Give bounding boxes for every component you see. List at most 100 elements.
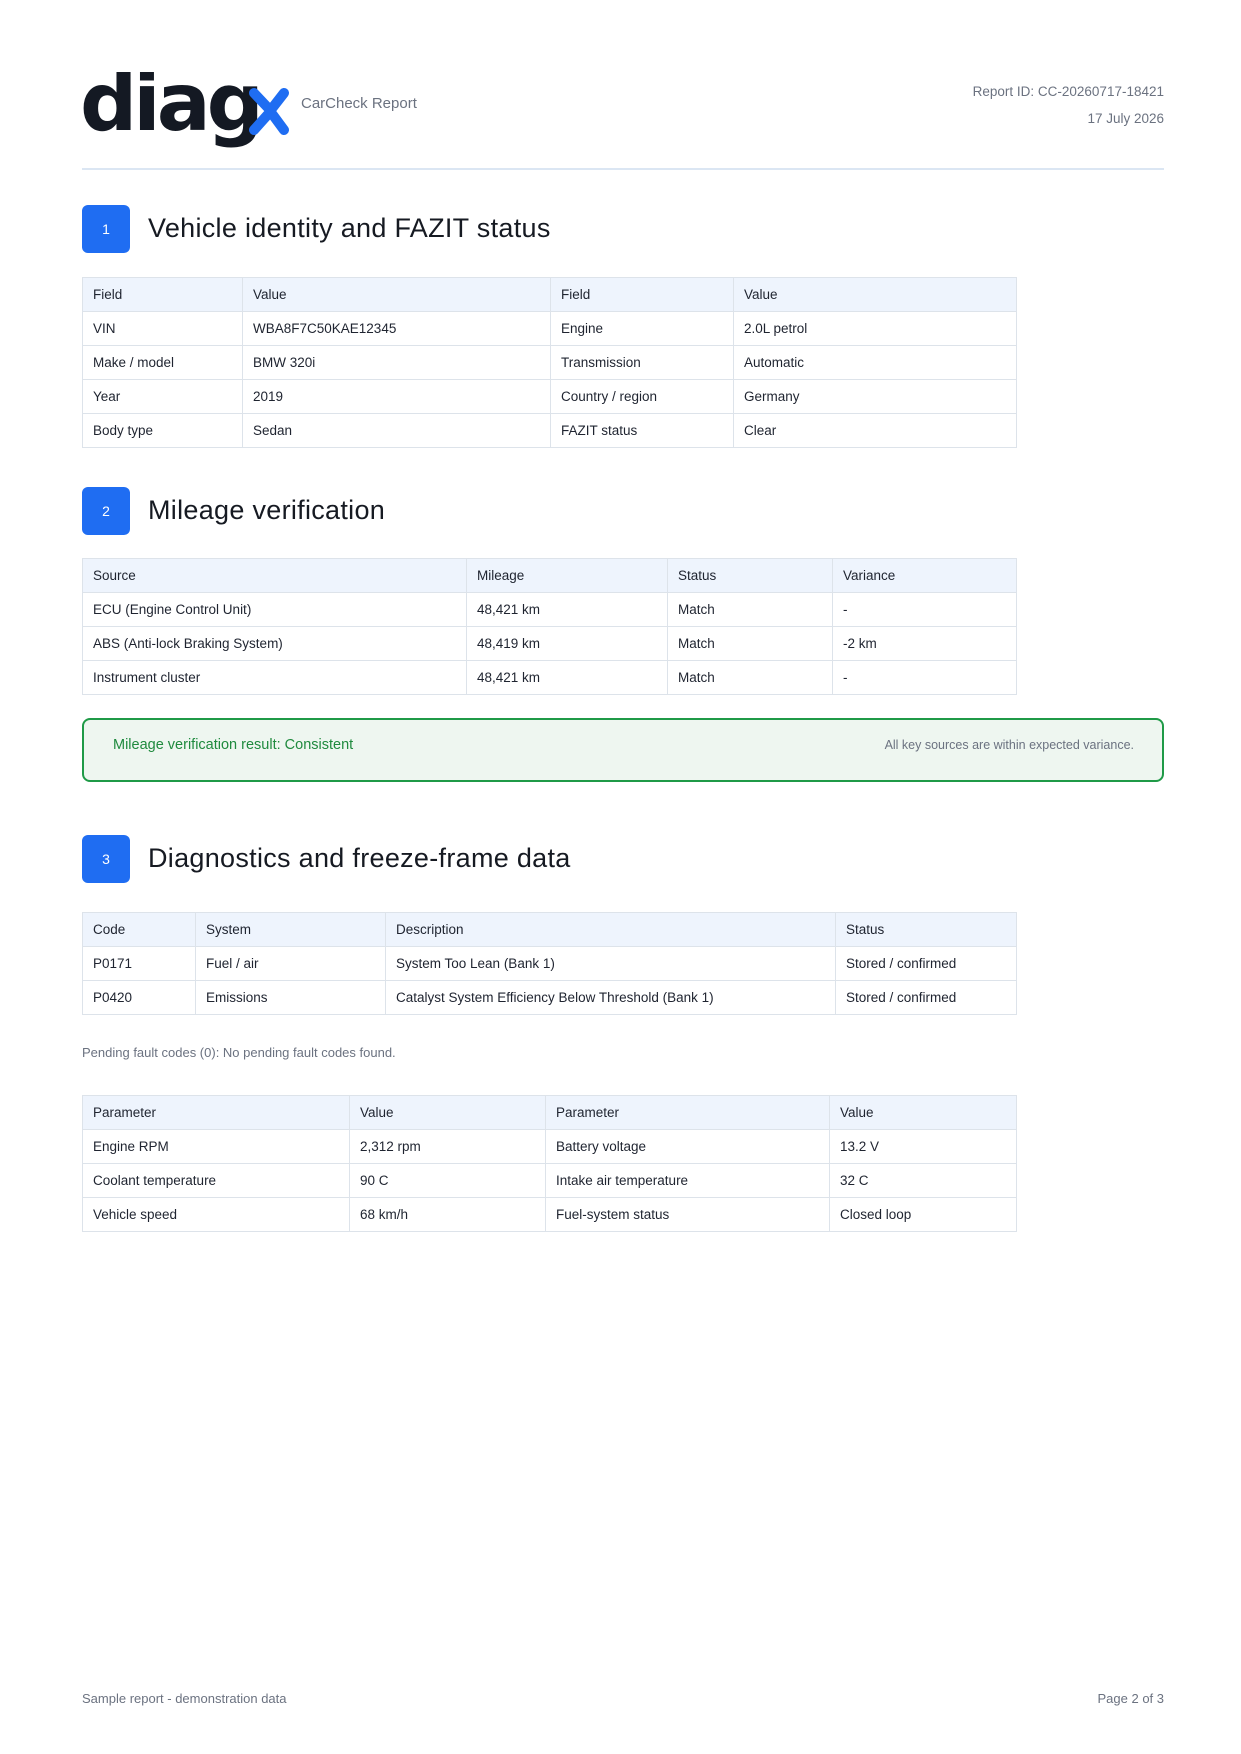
footer-disclaimer: Sample report - demonstration data: [82, 1691, 287, 1706]
column-header: System: [195, 912, 386, 947]
table-cell: Automatic: [733, 345, 1017, 380]
report-id: Report ID: CC-20260717-18421: [972, 84, 1164, 99]
section-title: Mileage verification: [148, 495, 386, 525]
table-row: Make / model BMW 320i Transmission Autom…: [82, 345, 1017, 380]
column-header: Code: [82, 912, 196, 947]
mileage-result-note: All key sources are within expected vari…: [884, 738, 1134, 752]
table-cell: Stored / confirmed: [835, 946, 1017, 981]
table-header-row: Field Value Field Value: [82, 277, 1017, 312]
table-cell: 13.2 V: [829, 1129, 1017, 1164]
section-number-badge: 3: [82, 835, 130, 883]
column-header: Variance: [832, 558, 1017, 593]
table-row: Vehicle speed 68 km/h Fuel-system status…: [82, 1197, 1017, 1232]
table-cell: FAZIT status: [550, 413, 734, 448]
report-meta: Report ID: CC-20260717-18421 17 July 202…: [973, 78, 1164, 132]
table-cell: Intake air temperature: [545, 1163, 830, 1198]
section-3-heading: 3 Diagnostics and freeze-frame data: [82, 835, 1082, 883]
page-number: Page 2 of 3: [1097, 1691, 1165, 1706]
table-cell: WBA8F7C50KAE12345: [242, 311, 551, 346]
table-cell: Transmission: [550, 345, 734, 380]
report-subtitle: CarCheck Report: [301, 95, 417, 112]
table-row: P0171 Fuel / air System Too Lean (Bank 1…: [82, 946, 1017, 981]
table-row: VIN WBA8F7C50KAE12345 Engine 2.0L petrol: [82, 311, 1017, 346]
column-header: Value: [829, 1095, 1017, 1130]
section-number-badge: 1: [82, 205, 130, 253]
column-header: Field: [550, 277, 734, 312]
table-cell: ECU (Engine Control Unit): [82, 592, 467, 627]
table-cell: Year: [82, 379, 243, 414]
table-cell: BMW 320i: [242, 345, 551, 380]
table-cell: Match: [667, 592, 833, 627]
table-cell: Stored / confirmed: [835, 980, 1017, 1015]
table-cell: 68 km/h: [349, 1197, 546, 1232]
section-title: Diagnostics and freeze-frame data: [148, 843, 571, 873]
table-cell: Closed loop: [829, 1197, 1017, 1232]
table-cell: 2019: [242, 379, 551, 414]
table-cell: Instrument cluster: [82, 660, 467, 695]
column-header: Parameter: [545, 1095, 830, 1130]
table-cell: 2,312 rpm: [349, 1129, 546, 1164]
table-cell: Make / model: [82, 345, 243, 380]
table-cell: Clear: [733, 413, 1017, 448]
table-row: Year 2019 Country / region Germany: [82, 379, 1017, 414]
table-cell: 48,419 km: [466, 626, 668, 661]
column-header: Field: [82, 277, 243, 312]
table-cell: Catalyst System Efficiency Below Thresho…: [385, 980, 836, 1015]
svg-text:diag: diag: [82, 72, 260, 149]
table-cell: 2.0L petrol: [733, 311, 1017, 346]
column-header: Status: [835, 912, 1017, 947]
table-row: Coolant temperature 90 C Intake air temp…: [82, 1163, 1017, 1198]
diagx-logo-graphic: diag: [82, 72, 289, 149]
table-cell: Engine: [550, 311, 734, 346]
table-row: Body type Sedan FAZIT status Clear: [82, 413, 1017, 448]
table-cell: P0420: [82, 980, 196, 1015]
column-header: Description: [385, 912, 836, 947]
table-row: Instrument cluster 48,421 km Match -: [82, 660, 1017, 695]
column-header: Value: [242, 277, 551, 312]
table-row: P0420 Emissions Catalyst System Efficien…: [82, 980, 1017, 1015]
table-row: Engine RPM 2,312 rpm Battery voltage 13.…: [82, 1129, 1017, 1164]
table-cell: Body type: [82, 413, 243, 448]
section-title: Vehicle identity and FAZIT status: [148, 213, 551, 243]
table-cell: 90 C: [349, 1163, 546, 1198]
table-row: ECU (Engine Control Unit) 48,421 km Matc…: [82, 592, 1017, 627]
table-row: ABS (Anti-lock Braking System) 48,419 km…: [82, 626, 1017, 661]
section-2-heading: 2 Mileage verification: [82, 487, 1082, 535]
table-cell: P0171: [82, 946, 196, 981]
table-cell: Germany: [733, 379, 1017, 414]
table-cell: -2 km: [832, 626, 1017, 661]
table-header-row: Parameter Value Parameter Value: [82, 1095, 1017, 1130]
table-cell: Coolant temperature: [82, 1163, 350, 1198]
vehicle-identity-table: Field Value Field Value VIN WBA8F7C50KAE…: [82, 277, 1017, 448]
column-header: Mileage: [466, 558, 668, 593]
table-header-row: Code System Description Status: [82, 912, 1017, 947]
table-cell: VIN: [82, 311, 243, 346]
table-cell: 48,421 km: [466, 592, 668, 627]
column-header: Value: [733, 277, 1017, 312]
mileage-table: Source Mileage Status Variance ECU (Engi…: [82, 558, 1017, 695]
table-cell: 48,421 km: [466, 660, 668, 695]
table-header-row: Source Mileage Status Variance: [82, 558, 1017, 593]
column-header: Status: [667, 558, 833, 593]
column-header: Parameter: [82, 1095, 350, 1130]
table-cell: Country / region: [550, 379, 734, 414]
mileage-result-label: Mileage verification result: Consistent: [113, 737, 354, 753]
table-cell: -: [832, 592, 1017, 627]
section-number-badge: 2: [82, 487, 130, 535]
table-cell: ABS (Anti-lock Braking System): [82, 626, 467, 661]
column-header: Source: [82, 558, 467, 593]
fault-codes-table: Code System Description Status P0171 Fue…: [82, 912, 1017, 1015]
table-cell: Fuel-system status: [545, 1197, 830, 1232]
table-cell: Vehicle speed: [82, 1197, 350, 1232]
section-1-heading: 1 Vehicle identity and FAZIT status: [82, 205, 1082, 253]
table-cell: 32 C: [829, 1163, 1017, 1198]
table-cell: -: [832, 660, 1017, 695]
report-header: diag CarCheck Report Report ID: CC-20260…: [82, 60, 1164, 170]
table-cell: Match: [667, 626, 833, 661]
table-cell: System Too Lean (Bank 1): [385, 946, 836, 981]
freeze-frame-table: Parameter Value Parameter Value Engine R…: [82, 1095, 1017, 1232]
table-cell: Fuel / air: [195, 946, 386, 981]
table-cell: Match: [667, 660, 833, 695]
table-cell: Engine RPM: [82, 1129, 350, 1164]
table-cell: Battery voltage: [545, 1129, 830, 1164]
